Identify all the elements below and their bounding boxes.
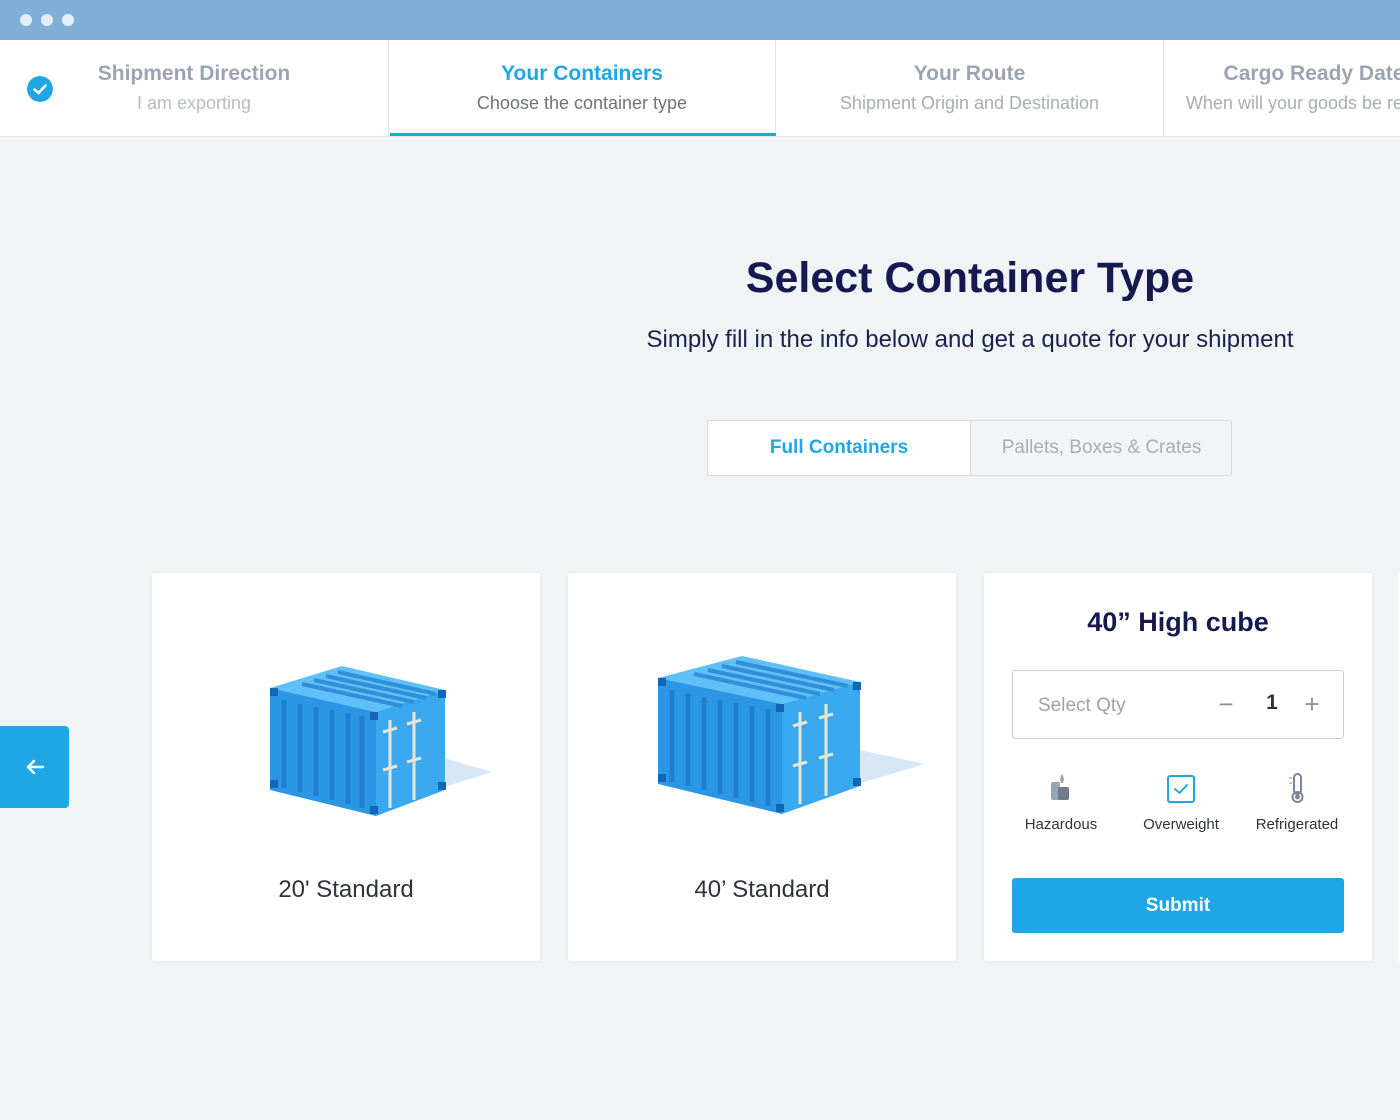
step-title: Cargo Ready Date [1223,62,1400,85]
check-circle-icon [27,76,53,102]
hazardous-icon [1051,774,1069,800]
window-dot-icon[interactable] [62,14,74,26]
container-label: 20' Standard [278,876,414,903]
option-label: Refrigerated [1255,816,1339,833]
increment-button[interactable]: + [1295,686,1329,722]
submit-button[interactable]: Submit [1012,878,1344,933]
step-subtitle: When will your goods be ready? [1185,93,1400,113]
window-titlebar [0,0,1400,40]
progress-stepper: Shipment Direction I am exporting Your C… [0,40,1400,137]
back-button[interactable] [0,726,69,808]
overweight-option[interactable]: Overweight [1126,770,1236,833]
quantity-value[interactable]: 1 [1249,691,1295,715]
step-title: Your Route [913,62,1026,85]
step-title: Shipment Direction [97,62,291,85]
high-cube-title: 40” High cube [1087,607,1269,637]
option-label: Overweight [1143,816,1219,833]
page-subtitle: Simply fill in the info below and get a … [646,326,1294,353]
option-label: Hazardous [1024,816,1098,833]
refrigerated-option[interactable]: Refrigerated [1242,770,1352,833]
step-your-containers[interactable]: Your Containers Choose the container typ… [389,40,776,136]
hazardous-option[interactable]: Hazardous [1006,770,1116,833]
cargo-type-toggle: Full Containers Pallets, Boxes & Crates [707,420,1232,476]
step-subtitle: I am exporting [136,93,252,113]
full-containers-tab[interactable]: Full Containers [708,421,970,475]
page-title: Select Container Type [745,254,1195,302]
step-title: Your Containers [501,62,663,85]
thermometer-icon [1289,773,1304,803]
window-dot-icon[interactable] [20,14,32,26]
arrow-left-icon [26,759,45,775]
step-your-route[interactable]: Your Route Shipment Origin and Destinati… [776,40,1164,136]
container-20-standard-icon [270,666,492,816]
pallets-boxes-crates-tab[interactable]: Pallets, Boxes & Crates [970,421,1231,475]
quantity-label: Select Qty [1038,695,1126,716]
decrement-button[interactable]: − [1209,686,1243,722]
step-subtitle: Choose the container type [476,93,688,113]
step-shipment-direction[interactable]: Shipment Direction I am exporting [0,40,389,136]
container-40-standard-icon [658,656,925,814]
container-label: 40’ Standard [694,876,830,903]
active-step-indicator [390,133,776,136]
window-dot-icon[interactable] [41,14,53,26]
overweight-checkbox-icon [1167,775,1195,803]
quantity-stepper: Select Qty − 1 + [1012,670,1344,739]
step-cargo-ready[interactable]: Cargo Ready Date When will your goods be… [1164,40,1400,136]
step-subtitle: Shipment Origin and Destination [839,93,1100,113]
